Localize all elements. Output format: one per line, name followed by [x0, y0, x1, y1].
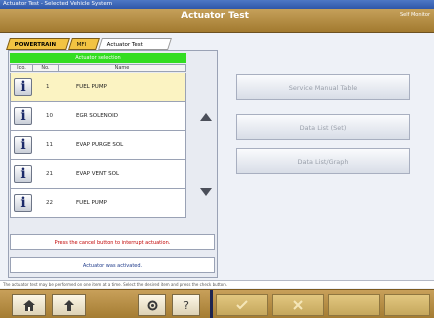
column-icon: Ico.	[11, 65, 33, 71]
item-name: EVAP VENT SOL	[76, 171, 120, 177]
window-title: Actuator Test - Selected Vehicle System	[3, 1, 113, 7]
item-number: 1	[46, 84, 50, 90]
item-number: 21	[46, 171, 53, 177]
list-item[interactable]: i 22 FUEL PUMP	[10, 189, 186, 218]
arrow-down-icon	[200, 188, 212, 196]
home-button[interactable]	[12, 294, 46, 316]
back-arrow-icon	[64, 299, 74, 311]
actuator-list: i 1 FUEL PUMP i 10 EGR SOLENOID i 11 EVA…	[10, 73, 186, 218]
info-icon[interactable]: i	[14, 194, 32, 212]
footer-toolbar: ?	[0, 289, 434, 318]
service-manual-button[interactable]: Service Manual Table	[236, 74, 410, 100]
breadcrumb-tabs: POWERTRAIN MFI Actuator Test	[6, 38, 172, 50]
tab-powertrain[interactable]: POWERTRAIN	[6, 38, 70, 50]
warning-message: Press the cancel button to interrupt act…	[10, 234, 215, 250]
item-number: 22	[46, 200, 53, 206]
info-icon[interactable]: i	[14, 107, 32, 125]
list-item[interactable]: i 11 EVAP PURGE SOL	[10, 131, 186, 160]
list-select-header: Actuator selection	[10, 53, 186, 63]
function-button-empty[interactable]	[328, 294, 380, 316]
item-number: 11	[46, 142, 53, 148]
function-button-empty[interactable]	[384, 294, 430, 316]
column-name: Name	[114, 65, 130, 71]
help-icon: ?	[183, 298, 189, 312]
list-item[interactable]: i 10 EGR SOLENOID	[10, 102, 186, 131]
tab-mfi[interactable]: MFI	[68, 38, 100, 50]
item-name: EVAP PURGE SOL	[76, 142, 124, 148]
footer-divider	[210, 290, 213, 318]
scroll-down-button[interactable]	[196, 185, 216, 199]
help-button[interactable]: ?	[172, 294, 200, 316]
column-no: No.	[33, 65, 59, 71]
data-list-button[interactable]: Data List (Set)	[236, 114, 410, 140]
check-icon	[236, 300, 248, 310]
header-right-label: Self Monitor	[400, 12, 430, 18]
app-header: Actuator Test Self Monitor	[0, 9, 434, 33]
status-message: Actuator was activated.	[10, 257, 215, 273]
status-bar: The actuator test may be performed on on…	[0, 280, 434, 288]
cancel-button[interactable]	[272, 294, 324, 316]
settings-button[interactable]	[138, 294, 166, 316]
tab-actuator-test[interactable]: Actuator Test	[98, 38, 172, 50]
data-list-graph-button[interactable]: Data List/Graph	[236, 148, 410, 174]
home-icon	[23, 299, 35, 311]
window-titlebar: Actuator Test - Selected Vehicle System	[0, 0, 434, 9]
info-icon[interactable]: i	[14, 78, 32, 96]
x-icon	[293, 300, 303, 310]
item-name: FUEL PUMP	[76, 84, 107, 90]
arrow-up-icon	[200, 113, 212, 121]
list-item[interactable]: i 1 FUEL PUMP	[10, 73, 186, 102]
info-icon[interactable]: i	[14, 165, 32, 183]
item-number: 10	[46, 113, 53, 119]
check-button[interactable]	[216, 294, 268, 316]
scroll-up-button[interactable]	[196, 110, 216, 124]
list-item[interactable]: i 21 EVAP VENT SOL	[10, 160, 186, 189]
settings-icon	[147, 300, 157, 310]
item-name: EGR SOLENOID	[76, 113, 118, 119]
list-column-header: Ico. No. Name	[10, 64, 186, 72]
back-button[interactable]	[52, 294, 86, 316]
item-name: FUEL PUMP	[76, 200, 107, 206]
info-icon[interactable]: i	[14, 136, 32, 154]
page-title: Actuator Test	[181, 11, 249, 21]
